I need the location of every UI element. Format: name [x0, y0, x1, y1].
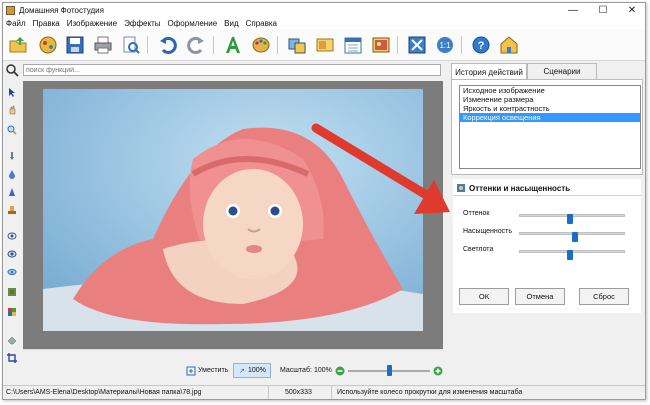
status-hint: Используйте колесо прокрутки для изменен…	[337, 389, 523, 396]
history-item-selected[interactable]: Коррекция освещения	[460, 113, 640, 122]
search-icon[interactable]	[5, 63, 19, 77]
right-panel: История действий Сценарии Исходное изобр…	[449, 63, 645, 383]
hue-thumb[interactable]	[567, 214, 573, 224]
fit-button[interactable]: Уместить	[198, 367, 228, 374]
toolbar-separator	[277, 36, 278, 54]
color-icon[interactable]	[7, 307, 17, 317]
menu-view[interactable]: Вид	[224, 19, 238, 28]
left-toolbar	[3, 81, 21, 371]
file-path: C:\Users\AMS-Elena\Desktop\Материалы\Нов…	[6, 389, 202, 396]
actual-size-button[interactable]: 100%	[248, 367, 266, 374]
layers-icon[interactable]	[7, 287, 17, 297]
status-bar: C:\Users\AMS-Elena\Desktop\Материалы\Нов…	[3, 385, 645, 399]
search-input[interactable]	[23, 64, 441, 76]
print-icon[interactable]	[93, 35, 113, 55]
postcard-icon[interactable]	[315, 35, 335, 55]
toolbar-separator	[461, 36, 462, 54]
saturation-thumb[interactable]	[572, 232, 578, 242]
tab-history[interactable]: История действий	[451, 63, 527, 80]
reset-button[interactable]: Сброс	[579, 288, 629, 305]
palette-icon[interactable]	[251, 35, 271, 55]
eye-alt-icon[interactable]	[7, 267, 17, 277]
svg-text:?: ?	[478, 40, 485, 52]
maximize-button[interactable]: ☐	[588, 3, 618, 17]
undo-icon[interactable]	[158, 35, 178, 55]
preview-icon[interactable]	[121, 35, 141, 55]
zoom-icon[interactable]	[7, 125, 17, 135]
function-search	[3, 62, 445, 78]
fit-icon	[186, 366, 196, 376]
zoom-in-icon[interactable]	[433, 366, 443, 376]
app-window: Домашняя Фотостудия — ☐ ✕ Файл Правка Из…	[2, 2, 646, 400]
brush-icon[interactable]	[7, 151, 17, 161]
redo-icon[interactable]	[186, 35, 206, 55]
actual-size-icon[interactable]: 1:1	[435, 35, 455, 55]
eye-icon[interactable]	[7, 249, 17, 259]
history-list[interactable]: Исходное изображение Изменение размера Я…	[459, 85, 641, 169]
frames-icon[interactable]	[287, 35, 307, 55]
drop-icon[interactable]	[7, 169, 17, 179]
calendar-icon[interactable]	[343, 35, 363, 55]
photo-illustration	[43, 89, 423, 331]
collage-icon[interactable]	[371, 35, 391, 55]
zoom-out-icon[interactable]	[335, 366, 345, 376]
title-bar: Домашняя Фотостудия — ☐ ✕	[3, 3, 645, 17]
stamp-icon[interactable]	[7, 205, 17, 215]
menu-effects[interactable]: Эффекты	[124, 19, 160, 28]
menu-design[interactable]: Оформление	[167, 19, 217, 28]
toolbar-separator	[213, 36, 214, 54]
panel-title: Оттенки и насыщенность	[469, 184, 571, 193]
save-icon[interactable]	[65, 35, 85, 55]
toolbar-separator	[147, 36, 148, 54]
window-title: Домашняя Фотостудия	[19, 5, 104, 15]
hue-slider[interactable]: Оттенок	[463, 209, 639, 224]
red-eye-icon[interactable]	[7, 231, 17, 241]
lightness-thumb[interactable]	[567, 250, 573, 260]
image-canvas[interactable]	[23, 81, 443, 349]
cancel-button[interactable]: Отмена	[515, 288, 565, 305]
lightness-slider[interactable]: Светлота	[463, 245, 639, 260]
history-item[interactable]: Яркость и контрастность	[460, 104, 640, 113]
gallery-icon[interactable]	[38, 35, 58, 55]
sharpen-icon[interactable]	[7, 187, 17, 197]
menu-file[interactable]: Файл	[6, 19, 26, 28]
image-size: 500x333	[285, 389, 312, 396]
saturation-slider[interactable]: Насыщенность	[463, 227, 639, 242]
zoom-value: 100%	[314, 367, 332, 374]
text-tool-icon[interactable]	[223, 35, 243, 55]
toolbar-separator	[397, 36, 398, 54]
app-logo-icon	[6, 5, 15, 15]
toolbar: 1:1 ?	[3, 29, 645, 61]
help-icon[interactable]: ?	[471, 35, 491, 55]
close-button[interactable]: ✕	[617, 3, 645, 17]
tab-scenarios[interactable]: Сценарии	[527, 63, 597, 79]
fullscreen-icon[interactable]	[407, 35, 427, 55]
open-folder-icon[interactable]	[8, 35, 28, 55]
zoom-label: Масштаб:	[280, 367, 312, 374]
eraser-icon[interactable]	[7, 335, 17, 345]
pointer-icon[interactable]	[7, 87, 17, 97]
adjust-icon	[457, 184, 465, 192]
zoom-slider-thumb[interactable]	[387, 365, 392, 376]
menu-bar: Файл Правка Изображение Эффекты Оформлен…	[3, 17, 645, 29]
home-icon[interactable]	[499, 35, 519, 55]
actual-size-icon-small: ↗	[239, 368, 245, 375]
menu-edit[interactable]: Правка	[33, 19, 60, 28]
menu-help[interactable]: Справка	[246, 19, 277, 28]
zoom-bar: Уместить ↗ 100% Масштаб: 100%	[3, 360, 445, 382]
menu-image[interactable]: Изображение	[67, 19, 117, 28]
svg-text:1:1: 1:1	[439, 41, 451, 50]
ok-button[interactable]: ОК	[459, 288, 509, 305]
horizontal-scrollbar[interactable]	[23, 349, 443, 358]
history-item[interactable]: Изменение размера	[460, 95, 640, 104]
hand-icon[interactable]	[7, 105, 17, 115]
minimize-button[interactable]: —	[558, 3, 588, 17]
history-item[interactable]: Исходное изображение	[460, 86, 640, 95]
baby-photo	[43, 89, 423, 331]
